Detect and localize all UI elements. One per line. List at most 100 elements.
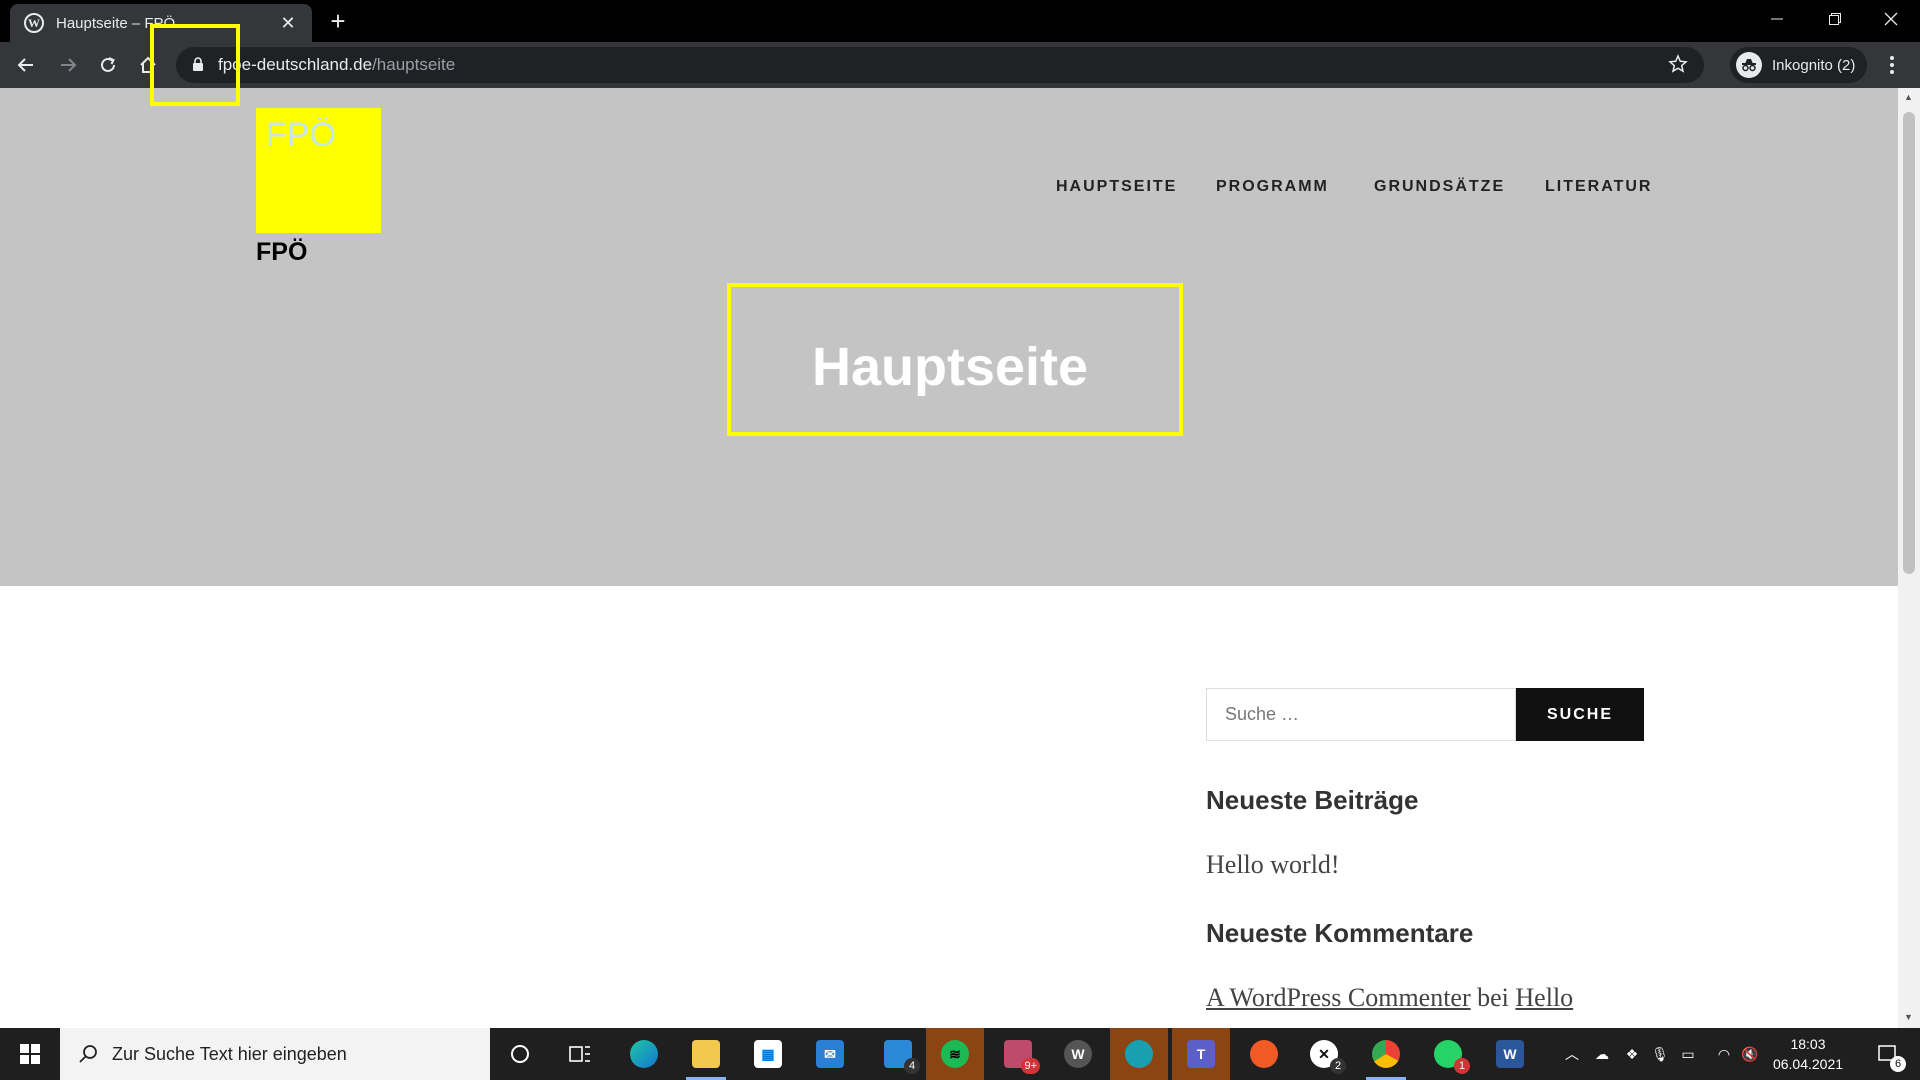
edge-icon xyxy=(630,1040,658,1068)
taskbar-app-mail[interactable]: ✉ xyxy=(802,1028,858,1080)
highlight-box-address xyxy=(150,24,240,106)
microphone-icon[interactable]: 🎙 xyxy=(1648,1028,1672,1080)
comment-connector: bei xyxy=(1477,983,1509,1012)
wifi-icon[interactable]: ◠ xyxy=(1712,1028,1736,1080)
taskbar-app-explorer[interactable] xyxy=(678,1028,734,1080)
nav-item-hauptseite[interactable]: HAUPTSEITE xyxy=(1056,178,1177,196)
battery-icon[interactable]: ▭ xyxy=(1676,1028,1700,1080)
more-vert-icon xyxy=(1890,56,1894,74)
photos-badge: 9+ xyxy=(1021,1058,1040,1074)
start-button[interactable] xyxy=(0,1028,60,1080)
volume-muted-icon[interactable]: 🔇 xyxy=(1738,1028,1762,1080)
wordpress-icon: W xyxy=(24,13,44,33)
scroll-down-icon[interactable]: ▼ xyxy=(1904,1012,1913,1022)
teams-icon: T xyxy=(1187,1040,1215,1068)
nav-item-grundsaetze[interactable]: GRUNDSÄTZE xyxy=(1374,178,1505,196)
folder-icon xyxy=(692,1040,720,1068)
taskbar-app-xbox[interactable]: ✕ 2 xyxy=(1296,1028,1352,1080)
recent-post-link[interactable]: Hello world! xyxy=(1206,850,1644,880)
store-icon: ▦ xyxy=(754,1040,782,1068)
tab-close-icon[interactable]: ✕ xyxy=(278,13,298,34)
task-view-icon xyxy=(569,1046,590,1062)
scroll-thumb[interactable] xyxy=(1903,112,1915,574)
page-viewport: FPÖ FPÖ HAUPTSEITE PROGRAMM GRUNDSÄTZE L… xyxy=(0,88,1920,1028)
taskbar-app-phone[interactable]: 4 xyxy=(870,1028,926,1080)
xbox-badge: 2 xyxy=(1330,1058,1346,1074)
maps-icon xyxy=(1125,1040,1153,1068)
tray-chevron-icon[interactable]: ︿ xyxy=(1560,1028,1584,1080)
site-logo[interactable]: FPÖ xyxy=(256,108,381,233)
new-tab-button[interactable]: + xyxy=(324,8,352,36)
nav-item-literatur[interactable]: LITERATUR xyxy=(1545,178,1652,196)
taskbar-app-spotify[interactable]: ≋ xyxy=(926,1028,984,1080)
address-bar[interactable]: fpoe-deutschland.de/hauptseite xyxy=(176,47,1704,83)
recent-comment-item: A WordPress Commenter bei Hello xyxy=(1206,983,1644,1013)
logo-text: FPÖ xyxy=(266,116,336,154)
taskbar-app-edge[interactable] xyxy=(616,1028,672,1080)
browser-titlebar: W Hauptseite – FPÖ ✕ + xyxy=(0,0,1920,42)
clock-time: 18:03 xyxy=(1790,1036,1826,1052)
browser-menu-button[interactable] xyxy=(1880,49,1904,81)
taskbar-clock[interactable]: 18:03 06.04.2021 xyxy=(1762,1034,1854,1074)
recent-posts-title: Neueste Beiträge xyxy=(1206,785,1419,815)
site-title[interactable]: FPÖ xyxy=(256,238,307,267)
taskbar-app-store[interactable]: ▦ xyxy=(740,1028,796,1080)
url-text: fpoe-deutschland.de/hauptseite xyxy=(218,55,456,74)
notification-center-button[interactable]: 6 xyxy=(1864,1028,1912,1080)
spotify-icon: ≋ xyxy=(941,1040,969,1068)
search-button[interactable]: SUCHE xyxy=(1516,688,1644,741)
minimize-icon xyxy=(1771,18,1783,20)
windows-taskbar: Zur Suche Text hier eingeben ▦ ✉ 4 ≋ 9+ … xyxy=(0,1028,1920,1080)
whatsapp-badge: 1 xyxy=(1454,1058,1470,1074)
close-window-button[interactable] xyxy=(1862,0,1920,38)
sidebar: SUCHE Neueste Beiträge Hello world! Neue… xyxy=(1206,688,1644,1013)
taskbar-app-chrome[interactable] xyxy=(1358,1028,1414,1080)
chrome-icon xyxy=(1372,1040,1400,1068)
task-view-button[interactable] xyxy=(552,1028,608,1080)
taskbar-app-wordpad[interactable]: W xyxy=(1050,1028,1106,1080)
onedrive-icon[interactable]: ☁ xyxy=(1590,1028,1614,1080)
taskbar-app-whatsapp[interactable]: 1 xyxy=(1420,1028,1476,1080)
search-icon xyxy=(79,1045,97,1063)
incognito-profile-button[interactable]: Inkognito (2) xyxy=(1730,47,1868,83)
windows-logo-icon xyxy=(20,1044,40,1064)
incognito-icon xyxy=(1736,52,1762,78)
dropbox-icon[interactable]: ❖ xyxy=(1620,1028,1644,1080)
taskbar-app-teams[interactable]: T xyxy=(1172,1028,1230,1080)
taskbar-app-photos[interactable]: 9+ xyxy=(990,1028,1046,1080)
comment-post-link[interactable]: Hello xyxy=(1515,983,1573,1012)
taskbar-app-origin[interactable] xyxy=(1236,1028,1292,1080)
w-app-icon: W xyxy=(1064,1040,1092,1068)
highlight-box-title xyxy=(727,283,1183,436)
search-input[interactable] xyxy=(1206,688,1516,741)
word-icon: W xyxy=(1496,1040,1524,1068)
phone-badge: 4 xyxy=(904,1058,920,1074)
recent-comments-title: Neueste Kommentare xyxy=(1206,918,1474,948)
cortana-icon xyxy=(511,1045,529,1063)
taskbar-app-word[interactable]: W xyxy=(1482,1028,1538,1080)
mail-icon: ✉ xyxy=(816,1040,844,1068)
clock-date: 06.04.2021 xyxy=(1772,1056,1844,1072)
back-button[interactable] xyxy=(10,49,42,81)
nav-item-programm[interactable]: PROGRAMM xyxy=(1216,178,1329,196)
taskbar-search-placeholder: Zur Suche Text hier eingeben xyxy=(112,1043,347,1064)
browser-toolbar: fpoe-deutschland.de/hauptseite Inkognito… xyxy=(0,42,1920,88)
page-scrollbar[interactable]: ▲ ▼ xyxy=(1898,88,1920,1028)
taskbar-search-box[interactable]: Zur Suche Text hier eingeben xyxy=(60,1028,490,1080)
close-icon xyxy=(1884,12,1898,26)
minimize-button[interactable] xyxy=(1748,0,1806,38)
bookmark-star-icon[interactable] xyxy=(1668,54,1688,74)
taskbar-app-maps[interactable] xyxy=(1110,1028,1168,1080)
reload-button[interactable] xyxy=(92,49,124,81)
scroll-up-icon[interactable]: ▲ xyxy=(1904,92,1913,102)
comment-author-link[interactable]: A WordPress Commenter xyxy=(1206,983,1471,1012)
reload-icon xyxy=(101,57,115,72)
forward-arrow-icon xyxy=(61,58,77,72)
restore-button[interactable] xyxy=(1806,0,1864,38)
restore-icon xyxy=(1829,13,1841,25)
forward-button[interactable] xyxy=(52,49,84,81)
search-form: SUCHE xyxy=(1206,688,1644,741)
cortana-button[interactable] xyxy=(492,1028,548,1080)
incognito-label: Inkognito (2) xyxy=(1772,56,1856,74)
back-arrow-icon xyxy=(17,58,33,72)
